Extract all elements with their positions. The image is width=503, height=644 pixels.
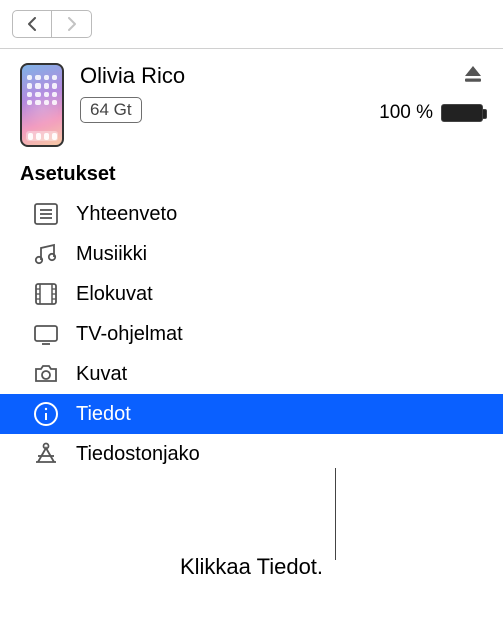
back-button[interactable]	[12, 10, 52, 38]
capacity-badge: 64 Gt	[80, 97, 142, 123]
toolbar	[0, 0, 503, 48]
list-icon	[30, 200, 62, 228]
callout-text: Klikkaa Tiedot.	[180, 554, 323, 579]
sidebar-item-filesharing[interactable]: Tiedostonjako	[0, 434, 503, 474]
callout: Klikkaa Tiedot.	[0, 554, 503, 580]
apps-icon	[30, 440, 62, 468]
device-thumbnail[interactable]	[20, 63, 64, 147]
sidebar-item-label: Musiikki	[76, 243, 147, 266]
eject-button[interactable]	[463, 65, 483, 88]
callout-line	[335, 468, 336, 560]
device-header: Olivia Rico 64 Gt 100 %	[0, 49, 503, 157]
tv-icon	[30, 320, 62, 348]
music-icon	[30, 240, 62, 268]
eject-icon	[463, 65, 483, 83]
sidebar-section-title: Asetukset	[0, 157, 503, 194]
battery-status: 100 %	[379, 102, 483, 124]
sidebar-item-label: Tiedostonjako	[76, 443, 200, 466]
sidebar-item-summary[interactable]: Yhteenveto	[0, 194, 503, 234]
sidebar-item-photos[interactable]: Kuvat	[0, 354, 503, 394]
battery-icon	[441, 104, 483, 122]
sidebar-item-music[interactable]: Musiikki	[0, 234, 503, 274]
chevron-right-icon	[66, 17, 78, 31]
battery-text: 100 %	[379, 102, 433, 124]
forward-button[interactable]	[52, 10, 92, 38]
sidebar-item-movies[interactable]: Elokuvat	[0, 274, 503, 314]
film-icon	[30, 280, 62, 308]
device-name: Olivia Rico	[80, 63, 379, 89]
chevron-left-icon	[26, 17, 38, 31]
sidebar-item-label: Kuvat	[76, 363, 127, 386]
sidebar-item-label: Tiedot	[76, 403, 131, 426]
info-icon	[30, 400, 62, 428]
sidebar-item-label: Elokuvat	[76, 283, 153, 306]
camera-icon	[30, 360, 62, 388]
sidebar-item-info[interactable]: Tiedot	[0, 394, 503, 434]
sidebar-item-label: Yhteenveto	[76, 203, 177, 226]
sidebar-item-tv[interactable]: TV-ohjelmat	[0, 314, 503, 354]
sidebar-item-label: TV-ohjelmat	[76, 323, 183, 346]
